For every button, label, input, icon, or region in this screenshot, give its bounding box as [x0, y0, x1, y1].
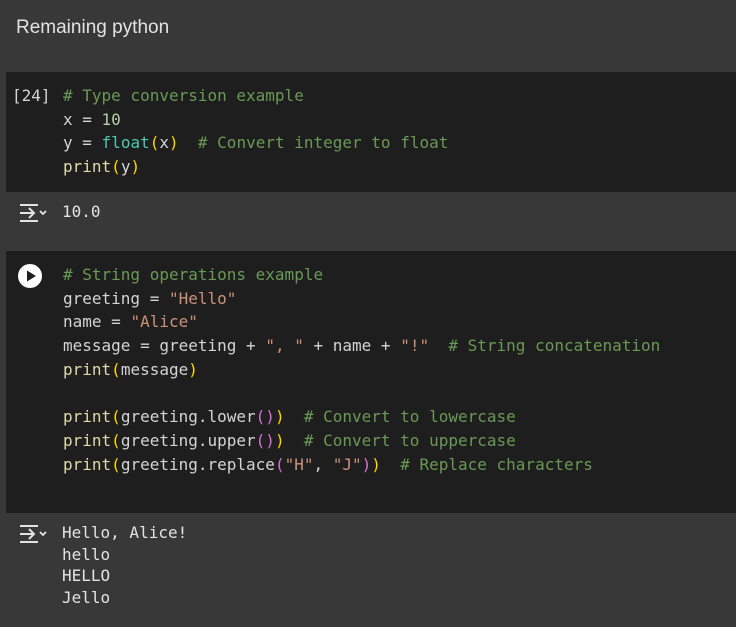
output-toggle-icon[interactable] — [18, 202, 48, 224]
code-cell-2[interactable]: # String operations example greeting = "… — [6, 251, 736, 513]
code-comment: # Convert integer to float — [197, 133, 449, 153]
output-toggle-icon-graphic — [20, 204, 47, 222]
code-comment: # Replace characters — [400, 454, 593, 474]
code-token: x — [159, 133, 169, 153]
code-bracket: ( — [111, 430, 121, 450]
code-bracket: ) — [371, 454, 381, 474]
code-token: y — [120, 157, 131, 177]
play-icon — [27, 270, 36, 282]
section-title: Remaining python — [16, 17, 170, 38]
cell-output-2: Hello, Alice! hello HELLO Jello — [6, 513, 736, 627]
code-token: = — [101, 312, 131, 332]
code-token: name — [332, 336, 372, 356]
code-function: print — [63, 157, 112, 177]
output-line: hello — [62, 544, 111, 564]
code-string: "Alice" — [130, 312, 198, 332]
code-function: print — [63, 407, 112, 427]
code-token: greeting.upper — [120, 430, 256, 450]
code-token: message — [120, 359, 189, 379]
code-token: y — [63, 133, 73, 153]
code-number: 10 — [101, 109, 121, 129]
code-string: "Hello" — [168, 288, 237, 308]
code-token: + — [236, 336, 266, 356]
code-comment: # Convert to uppercase — [303, 430, 516, 450]
output-text: 10.0 — [62, 201, 101, 223]
code-bracket: ( — [149, 133, 160, 153]
code-token: name — [63, 312, 102, 332]
code-bracket: ) — [274, 407, 285, 427]
code-bracket: ( — [274, 454, 285, 474]
code-token: x — [63, 109, 73, 129]
code-bracket: ) — [274, 430, 285, 450]
code-bracket: ) — [188, 359, 198, 379]
code-bracket: ( — [111, 359, 121, 379]
code-token: greeting.lower — [120, 407, 256, 427]
code-comment: # Convert to lowercase — [303, 407, 516, 427]
code-bracket: () — [255, 430, 275, 450]
code-bracket: ( — [111, 454, 121, 474]
code-bracket: ( — [111, 157, 121, 177]
code-token: = — [72, 109, 102, 129]
code-string: "J" — [332, 454, 362, 474]
code-function: print — [63, 359, 112, 379]
cell-output-1: 10.0 — [6, 192, 736, 251]
execution-count: [24] — [12, 86, 51, 105]
code-comment: # String operations example — [63, 265, 324, 284]
run-cell-button[interactable] — [18, 264, 42, 288]
code-comment: # String concatenation — [448, 336, 661, 356]
code-bracket: ( — [111, 407, 121, 427]
code-token: = — [140, 288, 169, 308]
code-function: print — [63, 454, 112, 474]
output-text: Hello, Alice! hello HELLO Jello — [62, 522, 187, 608]
code-token: + — [303, 336, 333, 356]
output-line: 10.0 — [62, 202, 101, 221]
output-toggle-icon[interactable] — [18, 523, 48, 545]
code-token: message — [63, 336, 131, 356]
code-editor[interactable]: # String operations example greeting = "… — [63, 263, 660, 476]
code-cell-1[interactable]: [24] # Type conversion example x = 10 y … — [6, 72, 736, 192]
code-token: greeting — [63, 288, 141, 308]
code-token: , — [313, 454, 333, 474]
code-string: "!" — [400, 336, 430, 356]
code-bracket: ) — [169, 133, 179, 153]
code-token: greeting.replace — [120, 454, 275, 474]
output-line: Hello, Alice! — [62, 523, 188, 542]
code-bracket: ) — [361, 454, 372, 474]
code-token: + — [371, 336, 401, 356]
code-builtin: float — [101, 133, 150, 153]
code-token: greeting — [159, 336, 237, 356]
output-line: Jello — [62, 587, 111, 607]
code-bracket: ) — [130, 157, 141, 177]
code-bracket: () — [255, 407, 275, 427]
output-toggle-icon-graphic — [20, 525, 47, 543]
code-string: "H" — [284, 454, 314, 474]
code-function: print — [63, 430, 112, 450]
code-token: = — [72, 133, 102, 153]
code-editor[interactable]: # Type conversion example x = 10 y = flo… — [63, 84, 448, 179]
output-line: HELLO — [62, 566, 111, 585]
code-token: = — [130, 336, 160, 356]
code-string: ", " — [265, 336, 304, 356]
code-comment: # Type conversion example — [63, 86, 304, 105]
